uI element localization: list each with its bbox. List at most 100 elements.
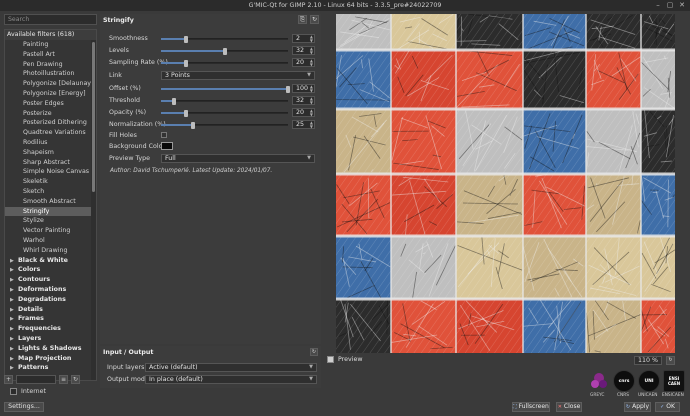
- ok-button[interactable]: ✓ OK: [655, 402, 680, 412]
- filter-item[interactable]: Posterize: [5, 109, 96, 119]
- levels-slider[interactable]: [161, 48, 288, 55]
- filter-category[interactable]: ▶ Black & White: [5, 256, 96, 266]
- filter-category-label: Frequencies: [18, 325, 61, 333]
- filter-category[interactable]: ▶ Layers: [5, 334, 96, 344]
- preview-area[interactable]: [336, 14, 675, 353]
- filter-tree[interactable]: Available filters (618) Painting Pastell …: [4, 29, 97, 381]
- filter-category[interactable]: ▶ Patterns: [5, 363, 96, 373]
- filter-category[interactable]: ▶ Map Projection: [5, 354, 96, 364]
- filter-item[interactable]: Whirl Drawing: [5, 246, 96, 256]
- threshold-spinbox[interactable]: 32 ▲ ▼: [292, 96, 315, 105]
- fave-name-input[interactable]: [16, 375, 56, 384]
- close-button[interactable]: ✕ Close: [556, 402, 582, 412]
- filter-item[interactable]: Simple Noise Canvas: [5, 167, 96, 177]
- logo-label-greyc: GREYC: [590, 393, 605, 398]
- copy-params-icon[interactable]: ⎘: [298, 15, 307, 24]
- opacity-spinbox[interactable]: 20 ▲ ▼: [292, 108, 315, 117]
- minimize-icon[interactable]: –: [654, 1, 662, 9]
- scrollbar-thumb[interactable]: [92, 42, 95, 192]
- filter-category-label: Frames: [18, 315, 44, 323]
- threshold-slider[interactable]: [161, 98, 288, 105]
- filter-item[interactable]: Painting: [5, 40, 96, 50]
- partner-logos: cnrs UNI ENSI CAEN: [588, 370, 685, 392]
- search-input[interactable]: Search: [4, 14, 97, 25]
- filter-item[interactable]: Quadtree Variations: [5, 128, 96, 138]
- filter-category[interactable]: ▶ Degradations: [5, 295, 96, 305]
- add-fave-icon[interactable]: +: [4, 375, 13, 384]
- preview-type-select[interactable]: Full ▼: [161, 154, 315, 163]
- smoothness-value: 2: [296, 35, 301, 42]
- levels-spinbox[interactable]: 32 ▲ ▼: [292, 46, 315, 55]
- apply-button[interactable]: ↻ Apply: [624, 402, 651, 412]
- filter-item[interactable]: Posterized Dithering: [5, 118, 96, 128]
- filter-category-label: Contours: [18, 276, 51, 284]
- filter-item[interactable]: Photoillustration: [5, 69, 96, 79]
- filter-category[interactable]: ▶ Contours: [5, 275, 96, 285]
- preview-check-icon[interactable]: [327, 356, 334, 363]
- refresh-icon[interactable]: ↻: [71, 375, 80, 384]
- filter-item[interactable]: Sketch: [5, 187, 96, 197]
- settings-button[interactable]: Settings...: [4, 402, 44, 412]
- filter-category[interactable]: ▶ Details: [5, 305, 96, 315]
- filter-item[interactable]: Pastell Art: [5, 50, 96, 60]
- filter-item[interactable]: Vector Painting: [5, 226, 96, 236]
- smoothness-spinbox[interactable]: 2 ▲ ▼: [292, 34, 315, 43]
- filter-item[interactable]: Shapeism: [5, 148, 96, 158]
- output-mode-value: In place (default): [149, 376, 203, 383]
- preview-checkbox[interactable]: Preview: [327, 356, 363, 363]
- sampling-rate-spinbox[interactable]: 20 ▲ ▼: [292, 58, 315, 67]
- output-mode-select[interactable]: In place (default) ▼: [145, 375, 317, 384]
- close-icon[interactable]: ✕: [678, 1, 686, 9]
- filter-item[interactable]: Pen Drawing: [5, 60, 96, 70]
- filter-item[interactable]: Poster Edges: [5, 99, 96, 109]
- smoothness-slider[interactable]: [161, 36, 288, 43]
- filter-category-label: Lights & Shadows: [18, 344, 82, 352]
- internet-checkbox[interactable]: Internet: [10, 388, 46, 395]
- maximize-icon[interactable]: ▢: [666, 1, 674, 9]
- normalization-slider[interactable]: [161, 122, 288, 129]
- filter-item[interactable]: Rodilius: [5, 138, 96, 148]
- opacity-slider[interactable]: [161, 110, 288, 117]
- cnrs-logo: cnrs: [613, 370, 635, 392]
- zoom-select[interactable]: 110 %: [634, 356, 662, 365]
- link-select[interactable]: 3 Points ▼: [161, 71, 315, 80]
- filter-item[interactable]: Polygonize [Energy]: [5, 89, 96, 99]
- offset-spinbox[interactable]: 100 ▲ ▼: [292, 84, 315, 93]
- opacity-label: Opacity (%): [109, 109, 147, 116]
- normalization-spinbox[interactable]: 25 ▲ ▼: [292, 120, 315, 129]
- filter-item[interactable]: Polygonize [Delaunay]: [5, 79, 96, 89]
- filter-category[interactable]: ▶ Lights & Shadows: [5, 344, 96, 354]
- fullscreen-button[interactable]: ⛶ Fullscreen: [512, 402, 550, 412]
- input-layers-select[interactable]: Active (default) ▼: [145, 363, 317, 372]
- filter-item[interactable]: Warhol: [5, 236, 96, 246]
- io-reset-icon[interactable]: ↻: [310, 348, 318, 356]
- filter-item[interactable]: Stringify: [5, 206, 96, 217]
- sampling-rate-slider[interactable]: [161, 60, 288, 67]
- chevron-down-icon: ▼: [307, 155, 311, 161]
- sampling-rate-label: Sampling Rate (%): [109, 59, 168, 66]
- list-view-icon[interactable]: ≡: [59, 375, 68, 384]
- internet-label: Internet: [21, 388, 47, 395]
- param-opacity: Opacity (%) 20 ▲ ▼: [109, 108, 315, 118]
- filter-category[interactable]: ▶ Deformations: [5, 285, 96, 295]
- zoom-reset-icon[interactable]: ↻: [666, 356, 675, 365]
- filter-category[interactable]: ▶ Frames: [5, 314, 96, 324]
- reset-params-icon[interactable]: ↻: [310, 15, 319, 24]
- offset-slider[interactable]: [161, 86, 290, 93]
- fill-holes-checkbox[interactable]: [161, 132, 167, 138]
- filter-category[interactable]: ▶ Colors: [5, 265, 96, 275]
- filter-params-panel: Stringify ⎘ ↻ Smoothness 2 ▲ ▼ Levels 32 ▲ ▼…: [100, 14, 321, 344]
- filter-item[interactable]: Skeletik: [5, 177, 96, 187]
- filter-category[interactable]: ▶ Frequencies: [5, 324, 96, 334]
- unicaen-logo: UNI: [638, 370, 660, 392]
- internet-check-icon[interactable]: [10, 388, 17, 395]
- ok-label: OK: [666, 403, 675, 410]
- filter-tree-header: Available filters (618): [5, 30, 96, 40]
- filter-item[interactable]: Sharp Abstract: [5, 158, 96, 168]
- filter-item[interactable]: Stylize: [5, 216, 96, 226]
- filter-item[interactable]: Smooth Abstract: [5, 197, 96, 207]
- filter-tree-scrollbar[interactable]: [91, 40, 96, 380]
- background-color-swatch[interactable]: [161, 142, 173, 150]
- filter-category-label: Colors: [18, 266, 41, 274]
- param-preview-type: Preview Type Full ▼: [109, 154, 315, 164]
